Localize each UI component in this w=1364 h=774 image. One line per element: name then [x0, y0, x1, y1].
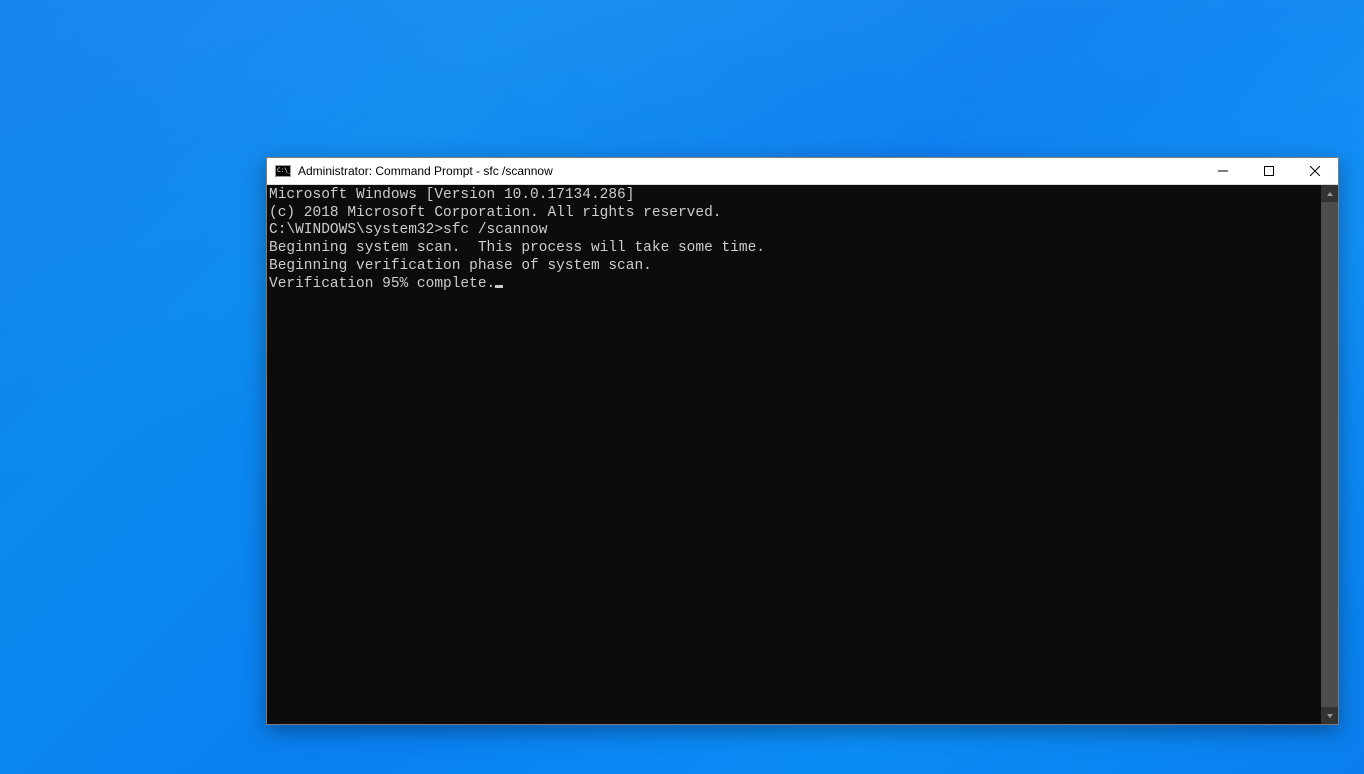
terminal-line: (c) 2018 Microsoft Corporation. All righ…	[269, 205, 1319, 223]
scroll-track[interactable]	[1321, 202, 1338, 707]
window-controls	[1200, 158, 1338, 184]
titlebar[interactable]: Administrator: Command Prompt - sfc /sca…	[267, 158, 1338, 185]
terminal-line: Microsoft Windows [Version 10.0.17134.28…	[269, 187, 1319, 205]
terminal-output[interactable]: Microsoft Windows [Version 10.0.17134.28…	[267, 185, 1321, 724]
client-area: Microsoft Windows [Version 10.0.17134.28…	[267, 185, 1338, 724]
minimize-button[interactable]	[1200, 158, 1246, 184]
terminal-line: C:\WINDOWS\system32>sfc /scannow	[269, 222, 1319, 240]
maximize-button[interactable]	[1246, 158, 1292, 184]
terminal-line: Beginning system scan. This process will…	[269, 240, 1319, 258]
command-prompt-window: Administrator: Command Prompt - sfc /sca…	[266, 157, 1339, 725]
vertical-scrollbar[interactable]	[1321, 185, 1338, 724]
scroll-up-button[interactable]	[1321, 185, 1338, 202]
close-button[interactable]	[1292, 158, 1338, 184]
text-cursor	[495, 285, 503, 288]
scroll-down-button[interactable]	[1321, 707, 1338, 724]
cmd-icon	[275, 165, 291, 177]
scroll-thumb[interactable]	[1321, 202, 1338, 707]
terminal-line: Beginning verification phase of system s…	[269, 258, 1319, 276]
window-title: Administrator: Command Prompt - sfc /sca…	[298, 164, 1200, 178]
terminal-line: Verification 95% complete.	[269, 276, 1319, 294]
